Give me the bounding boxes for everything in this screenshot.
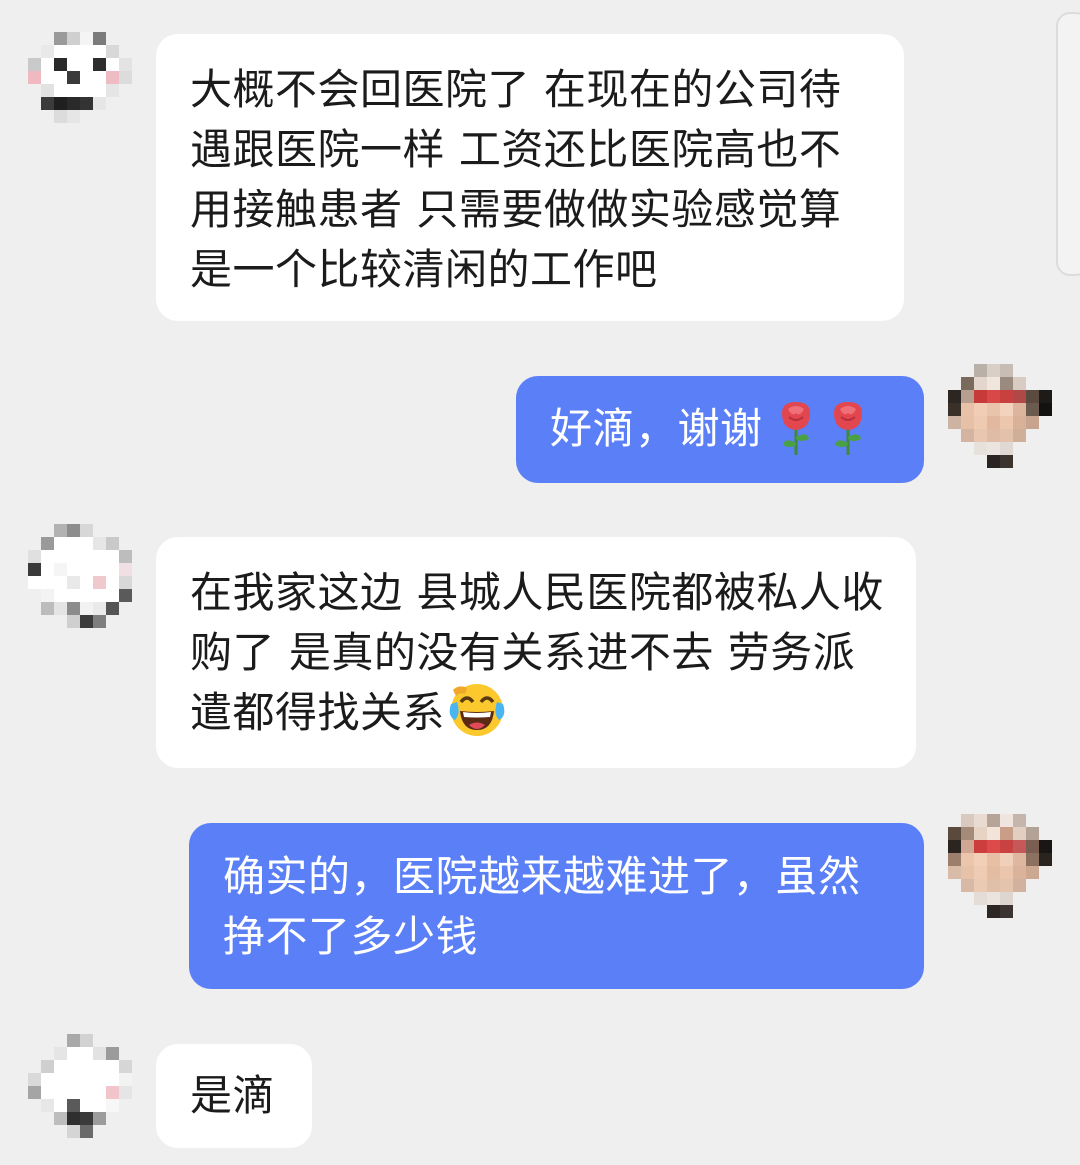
message-text: 大概不会回医院了 在现在的公司待遇跟医院一样 工资还比医院高也不用接触患者 只需… — [190, 65, 842, 294]
message-text: 好滴，谢谢 — [550, 404, 763, 453]
message-bubble-outgoing[interactable]: 好滴，谢谢 — [516, 376, 924, 483]
message-bubble-outgoing[interactable]: 确实的，医院越来越难进了，虽然挣不了多少钱 — [189, 823, 924, 989]
message-bubble-incoming[interactable]: 是滴 — [156, 1044, 312, 1148]
laughing-tears-emoji — [449, 683, 505, 736]
message-bubble-incoming[interactable]: 在我家这边 县城人民医院都被私人收购了 是真的没有关系进不去 劳务派遣都得找关系 — [156, 537, 916, 768]
message-text: 确实的，医院越来越难进了，虽然挣不了多少钱 — [223, 852, 861, 961]
contact-avatar[interactable] — [28, 24, 132, 128]
rose-emoji — [833, 401, 862, 455]
contact-avatar[interactable] — [28, 1034, 132, 1138]
pixelated-avatar-image — [948, 814, 1052, 918]
message-text: 是滴 — [190, 1071, 276, 1120]
pixelated-avatar-image — [28, 24, 132, 128]
message-text: 在我家这边 县城人民医院都被私人收购了 是真的没有关系进不去 劳务派遣都得找关系 — [190, 568, 884, 737]
my-avatar[interactable] — [948, 814, 1052, 918]
message-bubble-incoming[interactable]: 大概不会回医院了 在现在的公司待遇跟医院一样 工资还比医院高也不用接触患者 只需… — [156, 34, 904, 321]
pixelated-avatar-image — [28, 1034, 132, 1138]
rose-emoji — [781, 401, 810, 455]
contact-avatar[interactable] — [28, 524, 132, 628]
pixelated-avatar-image — [28, 524, 132, 628]
my-avatar[interactable] — [948, 364, 1052, 468]
pixelated-avatar-image — [948, 364, 1052, 468]
scrollbar[interactable] — [1056, 12, 1080, 276]
